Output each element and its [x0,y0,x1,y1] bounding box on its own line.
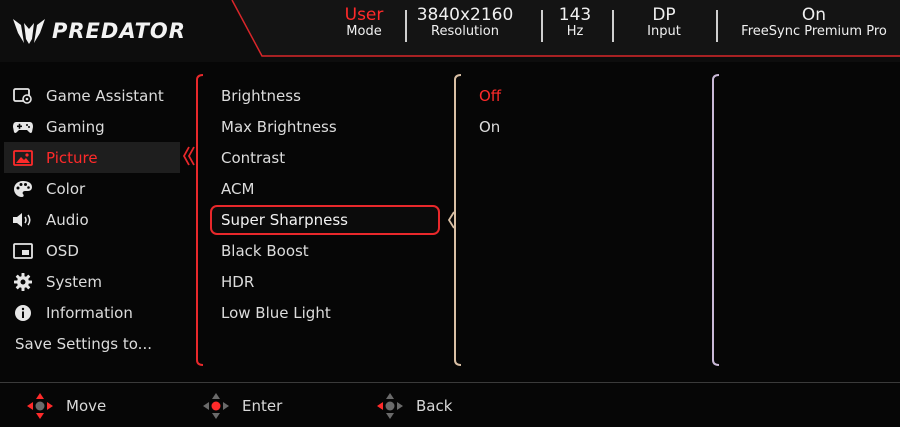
palette-icon [12,179,34,199]
submenu-item-black-boost[interactable]: Black Boost [210,235,440,266]
menu-item-label: OSD [46,241,79,260]
super-sharpness-options: Off On [470,80,700,142]
submenu-item-max-brightness[interactable]: Max Brightness [210,111,440,142]
picture-submenu: Brightness Max Brightness Contrast ACM S… [210,80,440,328]
input-label: Input [647,24,681,39]
back-hint: Back [376,392,452,420]
option-off[interactable]: Off [470,80,700,111]
brand-name: PREDATOR [52,19,186,43]
resolution-value: 3840x2160 [416,5,514,25]
speaker-icon [12,210,34,230]
dpad-move-icon [27,393,53,419]
refresh-rate-stat: 143 Hz [550,5,600,39]
value-panel-bracket [712,74,720,366]
header-divider [541,10,543,42]
game-assistant-icon [12,86,34,106]
mode-value: User [344,5,384,25]
menu-item-gaming[interactable]: Gaming [4,111,180,142]
back-hint-label: Back [416,397,453,415]
mode-stat: User Mode [336,5,392,39]
submenu-bracket [196,74,204,366]
menu-item-label: Gaming [46,117,105,136]
menu-item-label: Audio [46,210,89,229]
submenu-item-acm[interactable]: ACM [210,173,440,204]
submenu-item-low-blue-light[interactable]: Low Blue Light [210,297,440,328]
option-on[interactable]: On [470,111,700,142]
save-settings-item[interactable]: Save Settings to... [15,328,180,359]
info-icon [12,303,34,323]
refresh-rate-value: 143 [558,5,592,25]
menu-item-game-assistant[interactable]: Game Assistant [4,80,180,111]
submenu-item-brightness[interactable]: Brightness [210,80,440,111]
move-hint-label: Move [66,397,107,415]
top-status-bar: PREDATOR User Mode 3840x2160 Resolution … [0,0,900,62]
header-divider [405,10,407,42]
refresh-rate-label: Hz [566,24,584,39]
predator-logo: PREDATOR [12,16,186,46]
menu-item-label: Information [46,303,133,322]
header-divider [716,10,718,42]
submenu-pointer-icon [447,211,455,229]
input-stat: DP Input [640,5,688,39]
predator-emblem-icon [13,19,45,44]
freesync-stat: On FreeSync Premium Pro [730,5,898,39]
resolution-stat: 3840x2160 Resolution [414,5,516,39]
freesync-value: On [801,5,827,25]
menu-item-label: Game Assistant [46,86,164,105]
menu-item-information[interactable]: Information [4,297,180,328]
gear-icon [12,272,34,292]
enter-hint-label: Enter [242,397,283,415]
resolution-label: Resolution [431,24,499,39]
freesync-label: FreeSync Premium Pro [741,24,887,39]
menu-item-audio[interactable]: Audio [4,204,180,235]
move-hint: Move [26,392,106,420]
selection-chevron-icon [182,146,195,166]
menu-item-label: Picture [46,148,98,167]
submenu-item-super-sharpness[interactable]: Super Sharpness [210,205,440,235]
dpad-enter-icon [203,393,229,419]
footer-divider [0,382,900,383]
submenu-item-hdr[interactable]: HDR [210,266,440,297]
mode-label: Mode [346,24,382,39]
header-divider [612,10,614,42]
menu-item-label: Color [46,179,86,198]
menu-item-label: System [46,272,102,291]
menu-item-picture[interactable]: Picture [4,142,180,173]
enter-hint: Enter [202,392,282,420]
menu-item-system[interactable]: System [4,266,180,297]
main-menu: Game Assistant Gaming Picture Color Audi… [4,80,180,359]
menu-item-osd[interactable]: OSD [4,235,180,266]
gamepad-icon [12,117,34,137]
osd-icon [12,241,34,261]
picture-icon [12,148,34,168]
input-value: DP [652,5,676,25]
menu-item-color[interactable]: Color [4,173,180,204]
submenu-item-contrast[interactable]: Contrast [210,142,440,173]
dpad-back-icon [377,393,403,419]
